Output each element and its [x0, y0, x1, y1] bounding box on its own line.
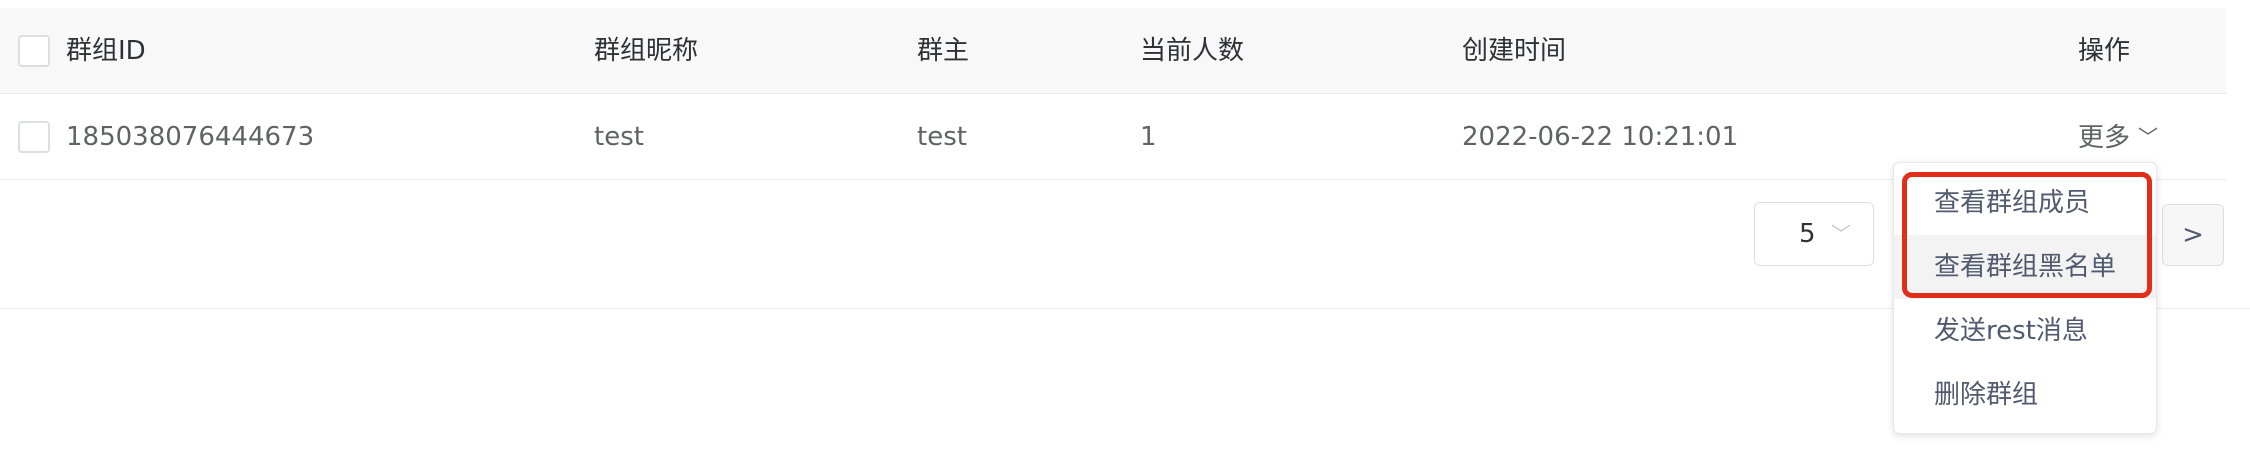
header-owner[interactable]: 群主 — [917, 8, 969, 94]
menu-item-view-members[interactable]: 查看群组成员 — [1894, 171, 2156, 235]
menu-item-delete-group[interactable]: 删除群组 — [1894, 363, 2156, 427]
row-checkbox[interactable] — [18, 121, 50, 153]
header-member-count[interactable]: 当前人数 — [1140, 8, 1244, 94]
group-management-page: 群组ID 群组昵称 群主 当前人数 创建时间 操作 18503807644467… — [0, 0, 2250, 458]
header-group-id[interactable]: 群组ID — [66, 8, 146, 94]
chevron-down-icon: ﹀ — [1831, 222, 1851, 246]
header-created-at[interactable]: 创建时间 — [1462, 8, 1566, 94]
header-actions: 操作 — [2078, 36, 2131, 66]
more-actions-label: 更多 — [2078, 123, 2131, 153]
cell-created-at: 2022-06-22 10:21:01 — [1462, 122, 1739, 152]
cell-member-count: 1 — [1140, 122, 1157, 152]
page-size-select[interactable]: 5 ﹀ — [1754, 202, 1874, 266]
header-group-name[interactable]: 群组昵称 — [594, 8, 698, 94]
menu-item-send-rest-message[interactable]: 发送rest消息 — [1894, 299, 2156, 363]
next-page-button[interactable]: > — [2162, 204, 2224, 266]
menu-item-view-blacklist[interactable]: 查看群组黑名单 — [1894, 235, 2156, 299]
cell-group-name: test — [594, 122, 644, 152]
cell-owner: test — [917, 122, 967, 152]
page-size-value: 5 — [1799, 219, 1816, 249]
cell-group-id: 185038076444673 — [66, 122, 315, 152]
groups-table: 群组ID 群组昵称 群主 当前人数 创建时间 操作 18503807644467… — [0, 8, 2226, 180]
more-actions-dropdown: 查看群组成员 查看群组黑名单 发送rest消息 删除群组 — [1893, 162, 2157, 434]
table-header-row: 群组ID 群组昵称 群主 当前人数 创建时间 操作 — [0, 8, 2226, 94]
chevron-right-icon: > — [2182, 220, 2204, 250]
select-all-checkbox[interactable] — [18, 35, 50, 67]
